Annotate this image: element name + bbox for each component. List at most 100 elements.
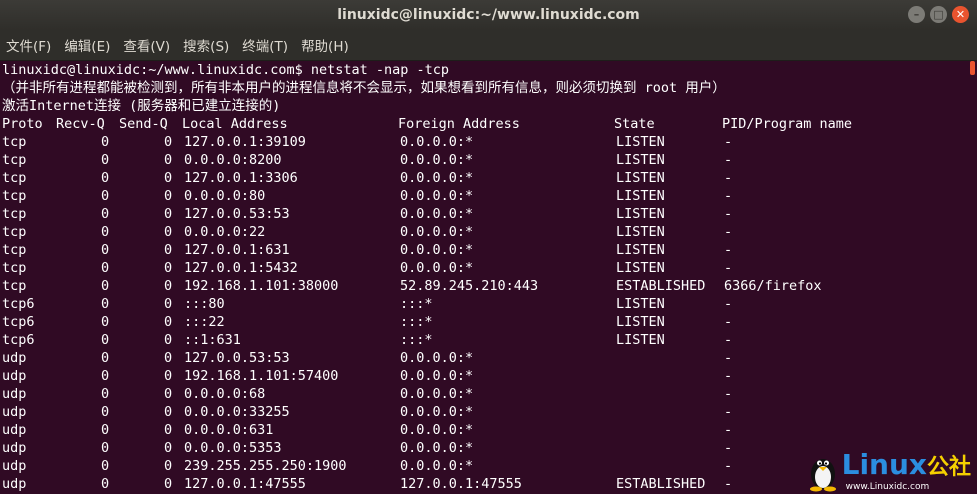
cell-foreign: 0.0.0.0:* [400, 134, 474, 150]
cell-proto: tcp6 [2, 296, 35, 312]
cell-proto: tcp6 [2, 314, 35, 330]
cell-proto: udp [2, 440, 27, 456]
terminal-output[interactable]: linuxidc@linuxidc:~/www.linuxidc.com$ ne… [0, 61, 968, 494]
cell-local: 239.255.255.250:1900 [184, 458, 347, 474]
cell-foreign: 127.0.0.1:47555 [400, 476, 522, 492]
cell-state: LISTEN [616, 224, 665, 240]
cell-foreign: :::* [400, 332, 433, 348]
table-row: tcp 0 0 127.0.0.1:39109 0.0.0.0:* LISTEN - [2, 133, 968, 151]
cell-local: 0.0.0.0:33255 [184, 404, 290, 420]
cell-sendq: 0 [164, 206, 173, 222]
cell-proto: tcp [2, 134, 27, 150]
cell-local: 0.0.0.0:5353 [184, 440, 282, 456]
cell-state: LISTEN [616, 242, 665, 258]
table-row: tcp 0 0 127.0.0.1:3306 0.0.0.0:* LISTEN - [2, 169, 968, 187]
menu-help[interactable]: 帮助(H) [301, 35, 349, 55]
cell-local: 0.0.0.0:631 [184, 422, 274, 438]
table-row: tcp 0 0 0.0.0.0:8200 0.0.0.0:* LISTEN - [2, 151, 968, 169]
cell-foreign: 0.0.0.0:* [400, 386, 474, 402]
table-row: tcp 0 0 192.168.1.101:38000 52.89.245.210:44… [2, 277, 968, 295]
cell-sendq: 0 [164, 170, 173, 186]
cell-pid: - [724, 260, 733, 276]
cell-pid: - [724, 314, 733, 330]
minimize-button[interactable]: – [908, 6, 925, 23]
cell-local: 127.0.0.53:53 [184, 350, 290, 366]
menu-file[interactable]: 文件(F) [6, 35, 51, 55]
cell-proto: udp [2, 386, 27, 402]
cell-recvq: 0 [101, 314, 110, 330]
cell-pid: - [724, 386, 733, 402]
cell-state: LISTEN [616, 332, 665, 348]
table-row: tcp6 0 0:::80:::* LISTEN - [2, 295, 968, 313]
cell-sendq: 0 [164, 368, 173, 384]
cell-recvq: 0 [101, 386, 110, 402]
table-row: udp 0 0 0.0.0.0:631 0.0.0.0:* - [2, 421, 968, 439]
table-row: udp 0 0 0.0.0.0:33255 0.0.0.0:* - [2, 403, 968, 421]
menu-terminal[interactable]: 终端(T) [242, 35, 288, 55]
close-button[interactable]: ✕ [952, 6, 969, 23]
cell-sendq: 0 [164, 440, 173, 456]
scrollbar-thumb[interactable] [970, 61, 975, 75]
table-row: tcp 0 0 127.0.0.1:631 0.0.0.0:* LISTEN - [2, 241, 968, 259]
cell-pid: - [724, 152, 733, 168]
cell-local: 127.0.0.1:3306 [184, 170, 298, 186]
cell-pid: - [724, 350, 733, 366]
tux-penguin-icon [809, 459, 836, 492]
table-row: udp 0 0 0.0.0.0:68 0.0.0.0:* - [2, 385, 968, 403]
cell-foreign: 0.0.0.0:* [400, 242, 474, 258]
cell-local: 127.0.0.1:5432 [184, 260, 298, 276]
cell-sendq: 0 [164, 422, 173, 438]
cell-sendq: 0 [164, 242, 173, 258]
cell-local: 0.0.0.0:8200 [184, 152, 282, 168]
cell-foreign: 0.0.0.0:* [400, 260, 474, 276]
cell-proto: tcp [2, 278, 27, 294]
maximize-button[interactable]: □ [930, 6, 947, 23]
cell-foreign: 52.89.245.210:443 [400, 278, 539, 294]
table-header: Proto Recv-Q Send-Q Local Address Foreign Ad… [2, 115, 968, 133]
cell-local: 127.0.0.1:631 [184, 242, 290, 258]
cell-foreign: 0.0.0.0:* [400, 206, 474, 222]
cell-pid: - [724, 296, 733, 312]
menu-edit[interactable]: 编辑(E) [64, 35, 110, 55]
cell-pid: - [724, 332, 733, 348]
cell-sendq: 0 [164, 278, 173, 294]
title-bar[interactable]: linuxidc@linuxidc:~/www.linuxidc.com – □… [0, 0, 977, 30]
cell-state: LISTEN [616, 170, 665, 186]
cell-state: LISTEN [616, 134, 665, 150]
table-row: udp 0 0 127.0.0.53:53 0.0.0.0:* - [2, 349, 968, 367]
cell-foreign: 0.0.0.0:* [400, 368, 474, 384]
cell-proto: tcp [2, 206, 27, 222]
cell-proto: udp [2, 422, 27, 438]
cell-foreign: 0.0.0.0:* [400, 404, 474, 420]
warning-line: （并非所有进程都能被检测到，所有非本用户的进程信息将不会显示，如果想看到所有信息… [2, 80, 726, 96]
header-sendq: Send-Q [119, 116, 168, 132]
logo-text: Linux公社 www.Linuxidc.com [842, 451, 971, 493]
cell-recvq: 0 [101, 440, 110, 456]
header-recvq: Recv-Q [56, 116, 105, 132]
cell-foreign: 0.0.0.0:* [400, 224, 474, 240]
cell-recvq: 0 [101, 134, 110, 150]
cell-pid: - [724, 134, 733, 150]
menu-bar: 文件(F) 编辑(E) 查看(V) 搜索(S) 终端(T) 帮助(H) [0, 30, 977, 61]
cell-pid: - [724, 170, 733, 186]
cell-sendq: 0 [164, 476, 173, 492]
cell-state: ESTABLISHED [616, 476, 706, 492]
cell-recvq: 0 [101, 278, 110, 294]
cell-recvq: 0 [101, 368, 110, 384]
cell-local: 127.0.0.53:53 [184, 206, 290, 222]
menu-view[interactable]: 查看(V) [123, 35, 170, 55]
cell-local: 0.0.0.0:22 [184, 224, 266, 240]
cell-local: 192.168.1.101:38000 [184, 278, 339, 294]
header-foreign: Foreign Address [398, 116, 520, 132]
cell-proto: tcp [2, 152, 27, 168]
cell-sendq: 0 [164, 224, 173, 240]
cell-recvq: 0 [101, 296, 110, 312]
scrollbar[interactable] [968, 61, 977, 494]
cell-recvq: 0 [101, 206, 110, 222]
cell-state: LISTEN [616, 314, 665, 330]
cell-recvq: 0 [101, 170, 110, 186]
cell-foreign: :::* [400, 314, 433, 330]
section-line: 激活Internet连接 (服务器和已建立连接的) [2, 98, 281, 114]
cell-foreign: 0.0.0.0:* [400, 458, 474, 474]
menu-search[interactable]: 搜索(S) [183, 35, 229, 55]
